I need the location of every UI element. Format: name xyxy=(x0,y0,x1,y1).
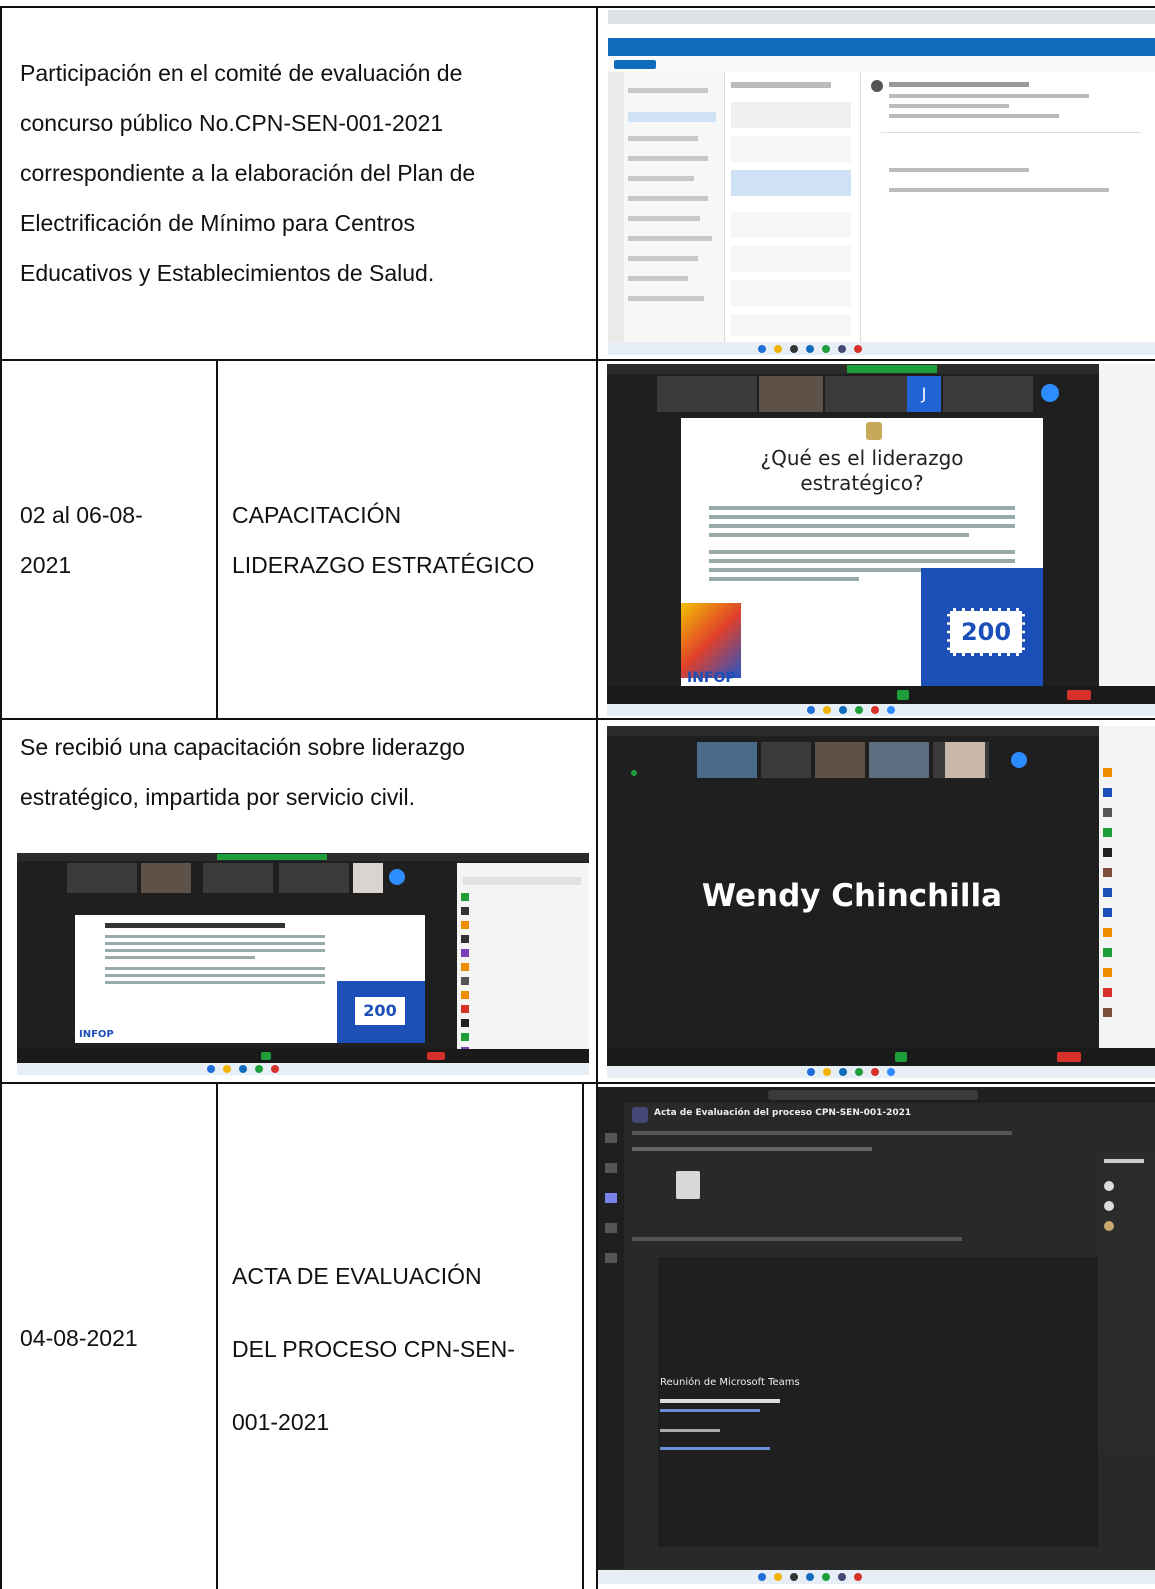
bicentennial-artwork: 200 xyxy=(921,568,1043,686)
row2-activity: CAPACITACIÓN LIDERAZGO ESTRATÉGICO xyxy=(232,490,592,590)
row1-line: Electrificación de Mínimo para Centros xyxy=(20,210,415,236)
row4-inner-divider xyxy=(216,1083,218,1589)
table-border-left xyxy=(0,6,2,1589)
inner-bicentennial-badge: 200 xyxy=(355,997,405,1025)
row3-line: estratégico, impartida por servicio civi… xyxy=(20,784,415,810)
outlook-header xyxy=(608,38,1155,56)
inner-presentation-slide: 200 INFOP xyxy=(75,915,425,1043)
bicentennial-badge: 200 xyxy=(947,608,1025,656)
inner-infop-logo: INFOP xyxy=(79,1029,114,1040)
zoom-screenshot-training: J ¿Qué es el liderazgo estratégico? 200 … xyxy=(607,364,1155,716)
date-line: 2021 xyxy=(20,552,72,578)
infop-logo: INFOP xyxy=(687,670,736,686)
activity-line: 001-2021 xyxy=(232,1409,330,1435)
row1-description: Participación en el comité de evaluación… xyxy=(20,48,590,298)
seal-icon xyxy=(866,422,882,440)
row-divider-3 xyxy=(0,1082,1155,1084)
participant-avatar-j: J xyxy=(907,376,941,412)
new-message-button xyxy=(614,60,656,69)
zoom-side-panel xyxy=(1099,364,1155,716)
row4-inner-divider-right xyxy=(582,1083,584,1589)
zoom-toolbar xyxy=(607,686,1155,704)
presentation-slide: ¿Qué es el liderazgo estratégico? 200 IN… xyxy=(681,418,1043,686)
zoom-side-panel xyxy=(1099,726,1155,1078)
windows-taskbar xyxy=(607,704,1155,716)
activity-line: LIDERAZGO ESTRATÉGICO xyxy=(232,552,535,578)
zoom-screenshot-wendy: Wendy Chinchilla xyxy=(607,726,1155,1078)
teams-meeting-title: Acta de Evaluación del proceso CPN-SEN-0… xyxy=(654,1108,912,1118)
row-divider-1 xyxy=(0,359,1155,361)
outlook-ribbon xyxy=(608,56,1155,73)
folder-pane xyxy=(624,72,725,342)
activity-line: ACTA DE EVALUACIÓN xyxy=(232,1263,482,1289)
teams-app-bar xyxy=(598,1103,624,1569)
row4-date: 04-08-2021 xyxy=(20,1325,138,1351)
row1-line: correspondiente a la elaboración del Pla… xyxy=(20,160,476,186)
row1-line: concurso público No.CPN-SEN-001-2021 xyxy=(20,110,444,136)
decorative-graphic xyxy=(681,603,741,678)
outlook-screenshot xyxy=(608,10,1155,355)
browser-tabs xyxy=(608,10,1155,24)
zoom-screenshot-participants: 200 INFOP xyxy=(17,853,589,1075)
active-speaker-name: Wendy Chinchilla xyxy=(701,878,1003,914)
row3-description: Se recibió una capacitación sobre lidera… xyxy=(20,722,590,822)
slide-title-line: estratégico? xyxy=(800,471,924,495)
teams-screenshot: Acta de Evaluación del proceso CPN-SEN-0… xyxy=(598,1087,1155,1584)
teams-side-pane xyxy=(1098,1151,1155,1451)
zoom-recording-badge xyxy=(847,365,937,373)
table-border-top xyxy=(0,6,1155,8)
teams-notes-area: Reunión de Microsoft Teams xyxy=(658,1257,1098,1547)
row4-activity: ACTA DE EVALUACIÓN DEL PROCESO CPN-SEN- … xyxy=(232,1240,577,1459)
participants-panel xyxy=(457,863,589,1063)
browser-address-bar xyxy=(608,24,1155,39)
row1-line: Educativos y Establecimientos de Salud. xyxy=(20,260,435,286)
document-page: Participación en el comité de evaluación… xyxy=(0,0,1155,1589)
windows-taskbar xyxy=(608,342,1155,355)
teams-notes-heading: Reunión de Microsoft Teams xyxy=(660,1377,800,1388)
row1-line: Participación en el comité de evaluación… xyxy=(20,60,463,86)
row2-date: 02 al 06-08- 2021 xyxy=(20,490,210,590)
slide-title: ¿Qué es el liderazgo estratégico? xyxy=(681,446,1043,496)
participant-video xyxy=(759,376,823,412)
file-icon xyxy=(676,1171,700,1199)
zoom-next-icon xyxy=(1041,384,1059,402)
slide-title-line: ¿Qué es el liderazgo xyxy=(760,446,964,470)
activity-line: DEL PROCESO CPN-SEN- xyxy=(232,1336,515,1362)
date-line: 02 al 06-08- xyxy=(20,502,143,528)
row3-line: Se recibió una capacitación sobre lidera… xyxy=(20,734,465,760)
row2-inner-divider xyxy=(216,360,218,719)
reading-pane xyxy=(861,72,1155,342)
activity-line: CAPACITACIÓN xyxy=(232,502,402,528)
message-list xyxy=(725,72,861,342)
app-rail xyxy=(608,72,624,342)
row-divider-2 xyxy=(0,718,1155,720)
